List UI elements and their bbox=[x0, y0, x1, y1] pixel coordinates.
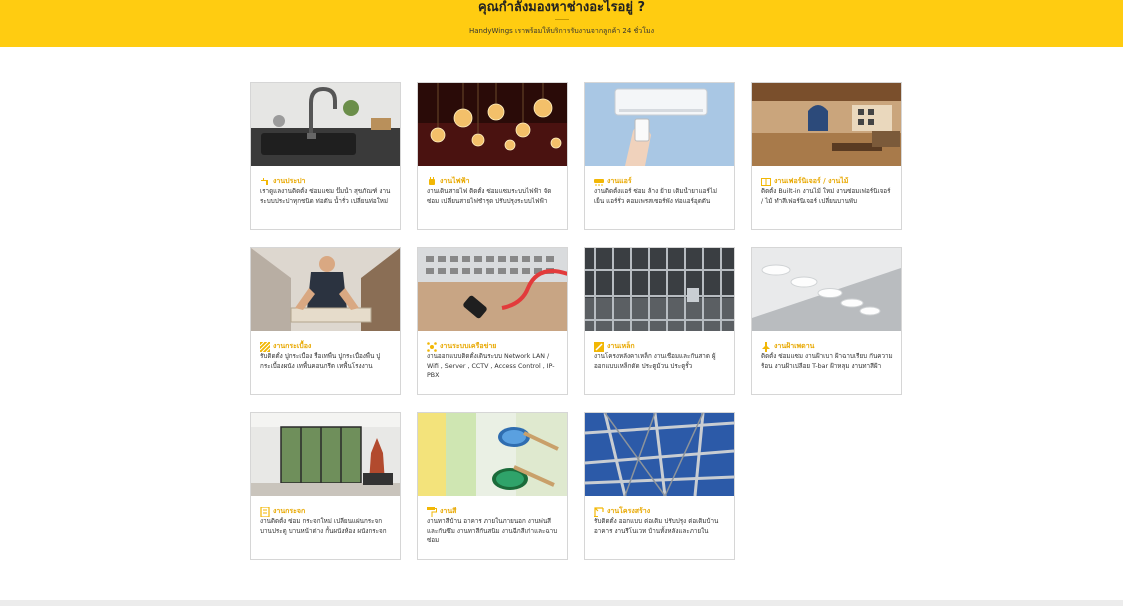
service-title-plumbing: งานประปา bbox=[260, 176, 305, 187]
service-image-aircon bbox=[585, 83, 734, 166]
service-description: งานติดตั้งแอร์ ซ่อม ล้าง ย้าย เติมน้ำยาแ… bbox=[594, 188, 718, 205]
service-image-electrical bbox=[418, 83, 567, 166]
network-icon bbox=[427, 341, 437, 352]
service-image-furniture bbox=[752, 83, 901, 166]
service-description: รับติดตั้ง ปูกระเบื้อง รื้อเทพื้น ปูกระเ… bbox=[260, 353, 381, 370]
service-card-plumbing[interactable]: งานประปา เราดูแลงานติดตั้ง ซ่อมแซม ปั๊มน… bbox=[250, 82, 401, 230]
service-card-paint[interactable]: งานสี งานทาสีบ้าน อาคาร ภายในภายนอก งานพ… bbox=[417, 412, 568, 560]
service-image-paint bbox=[418, 413, 567, 496]
service-title-ceiling: งานฝ้าเพดาน bbox=[761, 341, 814, 352]
service-title-tiles: งานกระเบื้อง bbox=[259, 341, 312, 352]
service-title-network: งานระบบเครือข่าย bbox=[427, 341, 496, 352]
service-description: งานออกแบบติดตั้งเดินระบบ Network LAN / W… bbox=[427, 353, 555, 379]
service-card-glass[interactable]: งานกระจก งานติดตั้ง ซ่อม กระจกใหม่ เปลี่… bbox=[250, 412, 401, 560]
service-card-ceiling[interactable]: งานฝ้าเพดาน ติดตั้ง ซ่อมแซม งานฝ้าเบา ฝ้… bbox=[751, 247, 902, 395]
service-title-steel: งานเหล็ก bbox=[594, 341, 635, 352]
service-image-tiles bbox=[251, 248, 400, 331]
service-title-aircon: งานแอร์ bbox=[594, 176, 632, 187]
service-image-ceiling bbox=[752, 248, 901, 331]
service-image-plumbing bbox=[251, 83, 400, 166]
service-title-label: งานสี bbox=[440, 507, 457, 515]
service-image-network bbox=[418, 248, 567, 331]
service-image-glass bbox=[251, 413, 400, 496]
page-subtitle: HandyWings เราพร้อมให้บริการรับงานจากลูก… bbox=[468, 27, 655, 35]
service-title-label: งานไฟฟ้า bbox=[440, 177, 470, 185]
service-title-label: งานฝ้าเพดาน bbox=[774, 342, 815, 350]
service-card-electrical[interactable]: งานไฟฟ้า งานเดินสายไฟ ติดตั้ง ซ่อมแซมระบ… bbox=[417, 82, 568, 230]
service-title-label: งานเหล็ก bbox=[607, 342, 635, 350]
footer-strip bbox=[0, 600, 1123, 606]
service-description: เราดูแลงานติดตั้ง ซ่อมแซม ปั๊มน้ำ สุขภัณ… bbox=[260, 188, 391, 205]
air-conditioner-icon bbox=[594, 177, 604, 187]
service-title-label: งานประปา bbox=[273, 177, 306, 185]
service-title-furniture: งานเฟอร์นิเจอร์ / งานไม้ bbox=[761, 176, 848, 187]
service-title-label: งานเฟอร์นิเจอร์ / งานไม้ bbox=[774, 177, 849, 185]
service-title-structure: งานโครงสร้าง bbox=[594, 506, 650, 517]
service-description: รับติดตั้ง ออกแบบ ต่อเติม ปรับปรุง ต่อเต… bbox=[594, 518, 719, 535]
service-description: งานติดตั้ง ซ่อม กระจกใหม่ เปลี่ยนแผ่นกระ… bbox=[260, 518, 387, 535]
service-description: ติดตั้ง Built-in งานไม้ ใหม่ งานซ่อมเฟอร… bbox=[761, 188, 891, 205]
service-card-structure[interactable]: งานโครงสร้าง รับติดตั้ง ออกแบบ ต่อเติม ป… bbox=[584, 412, 735, 560]
faucet-icon bbox=[260, 177, 270, 187]
ceiling-lamp-icon bbox=[761, 341, 771, 352]
service-description: งานโครงหลังคาเหล็ก งานเชื่อมและกันสาด ผู… bbox=[594, 353, 716, 370]
service-image-steel bbox=[585, 248, 734, 331]
service-title-label: งานกระจก bbox=[273, 507, 306, 515]
service-title-glass: งานกระจก bbox=[260, 505, 306, 518]
service-title-label: งานกระเบื้อง bbox=[273, 342, 312, 350]
service-card-aircon[interactable]: งานแอร์ งานติดตั้งแอร์ ซ่อม ล้าง ย้าย เต… bbox=[584, 82, 735, 230]
page-header: คุณกำลังมองหาช่างอะไรอยู่ ? HandyWings เ… bbox=[0, 0, 1123, 47]
service-image-structure bbox=[585, 413, 734, 496]
plug-icon bbox=[427, 176, 437, 187]
crane-icon bbox=[594, 506, 604, 517]
furniture-icon bbox=[761, 177, 771, 187]
service-title-label: งานโครงสร้าง bbox=[607, 507, 651, 515]
steel-icon bbox=[594, 341, 604, 352]
service-title-label: งานแอร์ bbox=[607, 177, 632, 185]
tile-icon bbox=[259, 341, 271, 352]
service-title-paint: งานสี bbox=[427, 506, 456, 517]
service-title-label: งานระบบเครือข่าย bbox=[440, 342, 497, 350]
glass-icon bbox=[260, 505, 270, 518]
service-card-network[interactable]: งานระบบเครือข่าย งานออกแบบติดตั้งเดินระบ… bbox=[417, 247, 568, 395]
service-card-furniture[interactable]: งานเฟอร์นิเจอร์ / งานไม้ ติดตั้ง Built-i… bbox=[751, 82, 902, 230]
service-card-tiles[interactable]: งานกระเบื้อง รับติดตั้ง ปูกระเบื้อง รื้อ… bbox=[250, 247, 401, 395]
service-description: งานเดินสายไฟ ติดตั้ง ซ่อมแซมระบบไฟฟ้า จั… bbox=[427, 188, 552, 205]
service-description: งานทาสีบ้าน อาคาร ภายในภายนอก งานพ่นสีแล… bbox=[427, 518, 558, 544]
paint-roller-icon bbox=[427, 506, 437, 517]
service-description: ติดตั้ง ซ่อมแซม งานฝ้าเบา ฝ้าฉาบเรียบ กั… bbox=[761, 353, 893, 370]
page-title: คุณกำลังมองหาช่างอะไรอยู่ ? bbox=[477, 0, 646, 15]
service-card-steel[interactable]: งานเหล็ก งานโครงหลังคาเหล็ก งานเชื่อมและ… bbox=[584, 247, 735, 395]
header-divider bbox=[555, 19, 569, 20]
service-title-electrical: งานไฟฟ้า bbox=[427, 176, 470, 187]
